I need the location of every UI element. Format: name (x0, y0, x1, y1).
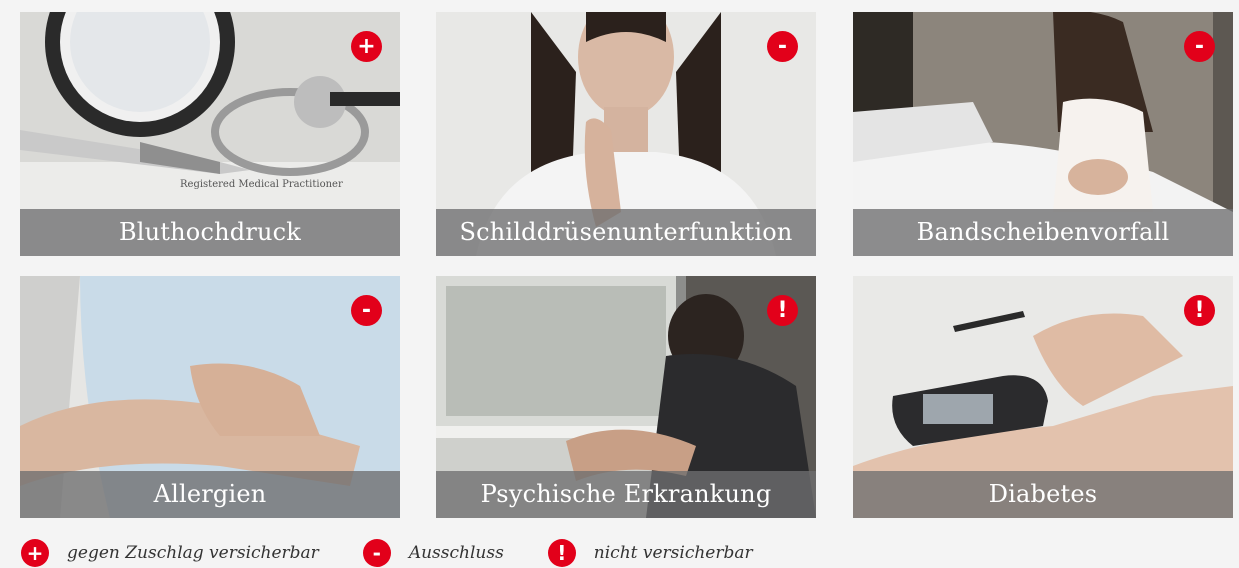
minus-icon: - (362, 539, 391, 567)
legend-label: Ausschluss (408, 543, 504, 563)
legend-label: nicht versicherbar (593, 543, 753, 563)
card-psychische-erkrankung[interactable]: ! Psychische Erkrankung (436, 276, 816, 518)
card-schilddruesenunterfunktion[interactable]: - Schilddrüsenunterfunktion (436, 12, 816, 256)
minus-icon: - (1184, 31, 1215, 62)
card-bluthochdruck[interactable]: Registered Medical Practitioner + Blutho… (20, 12, 400, 256)
card-allergien[interactable]: - Allergien (20, 276, 400, 518)
card-title: Allergien (20, 471, 400, 518)
legend: + gegen Zuschlag versicherbar - Ausschlu… (21, 538, 753, 568)
card-title: Bandscheibenvorfall (853, 209, 1233, 256)
card-title: Diabetes (853, 471, 1233, 518)
plus-icon: + (21, 539, 49, 567)
exclamation-icon: ! (767, 295, 798, 326)
exclamation-icon: ! (547, 539, 576, 567)
card-title: Bluthochdruck (20, 209, 400, 256)
card-bandscheibenvorfall[interactable]: - Bandscheibenvorfall (853, 12, 1233, 256)
card-title: Psychische Erkrankung (436, 471, 816, 518)
exclamation-icon: ! (1184, 295, 1215, 326)
legend-item-nicht-versicherbar: ! nicht versicherbar (547, 539, 753, 567)
card-diabetes[interactable]: ! Diabetes (853, 276, 1233, 518)
card-title: Schilddrüsenunterfunktion (436, 209, 816, 256)
legend-item-ausschluss: - Ausschluss (362, 539, 504, 567)
legend-item-zuschlag: + gegen Zuschlag versicherbar (21, 539, 319, 567)
minus-icon: - (351, 295, 382, 326)
legend-label: gegen Zuschlag versicherbar (67, 543, 319, 563)
svg-text:Registered Medical Practitione: Registered Medical Practitioner (180, 179, 343, 190)
minus-icon: - (767, 31, 798, 62)
plus-icon: + (351, 31, 382, 62)
